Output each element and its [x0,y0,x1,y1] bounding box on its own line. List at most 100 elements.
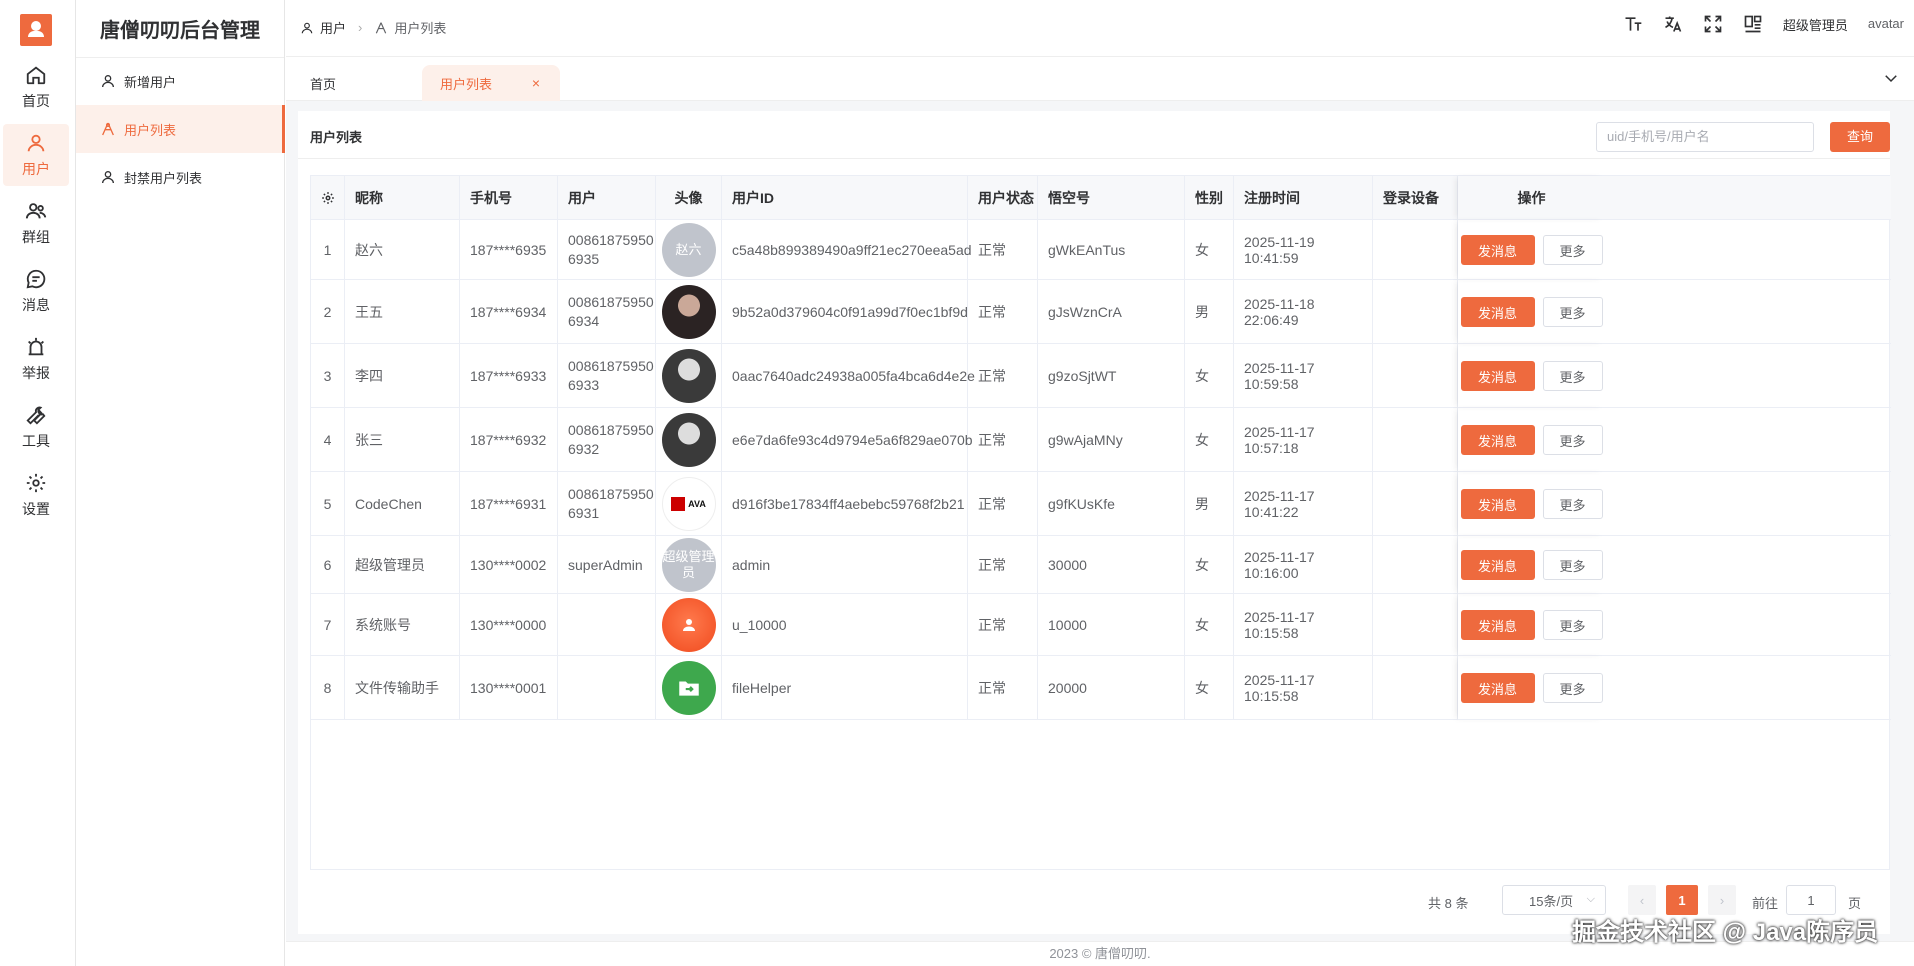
send-message-button[interactable]: 发消息 [1460,610,1535,640]
close-icon[interactable]: × [532,75,540,91]
more-button[interactable]: 更多 [1542,673,1603,703]
next-page-button[interactable]: › [1708,885,1736,915]
send-message-button[interactable]: 发消息 [1460,489,1535,519]
more-button[interactable]: 更多 [1542,361,1603,391]
query-button[interactable]: 查询 [1830,122,1890,152]
cell-avatar [656,656,722,720]
send-message-button[interactable]: 发消息 [1460,235,1535,265]
tab-label: 用户列表 [440,76,493,92]
cell-actions: 发消息 更多 [1458,472,1605,536]
cell-avatar: 赵六 [656,220,722,280]
page-size-select[interactable]: 15条/页 ⌵ [1502,885,1606,915]
cell-sex: 男 [1185,472,1234,536]
cell-user-line: 6932 [568,441,600,457]
table-row: 1 赵六 187****6935 00861875950 6935 赵六 c5a48b899… [311,220,1891,280]
rail-item-home[interactable]: 首页 [3,56,69,118]
more-button[interactable]: 更多 [1542,550,1603,580]
send-message-button[interactable]: 发消息 [1460,673,1535,703]
submenu-item-user-list[interactable]: 用户列表 [76,105,285,153]
cell-avatar [656,594,722,656]
cell-phone: 130****0002 [460,536,558,594]
prev-page-button[interactable]: ‹ [1628,885,1656,915]
cell-device [1373,536,1458,594]
rail-item-group[interactable]: 群组 [3,192,69,254]
submenu-label: 新增用户 [124,74,177,90]
cell-status: 正常 [968,594,1038,656]
avatar: AVA [661,477,716,531]
tab-user-list[interactable]: 用户列表 × [422,65,560,101]
cell-uid: e6e7da6fe93c4d9794e5a6f829ae070b [722,408,973,472]
more-button[interactable]: 更多 [1542,489,1603,519]
font-size-icon[interactable] [1623,14,1643,34]
page-suffix: 页 [1848,896,1862,911]
goto-page-input[interactable]: 1 [1786,885,1836,915]
layout-icon[interactable] [1743,14,1763,34]
chevron-down-icon[interactable] [1882,69,1900,87]
col-nickname: 昵称 [345,176,460,220]
cell-user: 00861875950 6932 [558,408,656,472]
send-message-button[interactable]: 发消息 [1460,361,1535,391]
top-header: 用户 › 用户列表 超级管理员 avatar [286,0,1914,57]
breadcrumb: 用户 › 用户列表 [300,18,446,37]
table-row: 2 王五 187****6934 00861875950 6934 9b52a0d3796… [311,280,1891,344]
cell-actions: 发消息 更多 [1458,656,1605,720]
admin-name[interactable]: 超级管理员 [1783,15,1848,34]
cell-status: 正常 [968,408,1038,472]
table-row: 5 CodeChen 187****6931 00861875950 6931 AVA d9… [311,472,1891,536]
user-icon [27,134,45,151]
chat-icon [26,269,46,288]
watermark: 掘金技术社区 @ Java陈序员 [1572,919,1879,946]
translate-icon[interactable] [1663,14,1683,34]
tab-home[interactable]: 首页 [310,65,430,101]
rail-label-user: 用户 [22,160,50,177]
cell-user-line: 6935 [568,251,600,267]
chevron-down-icon: ⌵ [1586,893,1595,905]
breadcrumb-item-user[interactable]: 用户 [320,18,346,37]
cell-avatar [656,344,722,408]
cell-uid: 0aac7640adc24938a005fa4bca6d4e2e [722,344,975,408]
avatar-text: 赵六 [675,242,702,257]
pagination-total: 共 8 条 [1428,896,1469,911]
more-button[interactable]: 更多 [1542,297,1603,327]
submenu-item-add-user[interactable]: 新增用户 [76,57,285,105]
fullscreen-icon[interactable] [1703,14,1723,34]
submenu-item-banned-list[interactable]: 封禁用户列表 [76,153,285,201]
send-message-button[interactable]: 发消息 [1460,550,1535,580]
more-button[interactable]: 更多 [1542,610,1603,640]
page-number-1[interactable]: 1 [1666,885,1698,915]
rail-item-user[interactable]: 用户 [3,124,69,186]
tabs-bar: 首页 用户列表 × [286,57,1914,101]
cell-nick: 超级管理员 [345,536,460,594]
rail-item-tools[interactable]: 工具 [3,396,69,458]
avatar-text: 超级管理员 [662,549,715,580]
avatar: 超级管理员 [661,538,716,592]
rail-item-settings[interactable]: 设置 [3,464,69,526]
avatar[interactable]: avatar [1868,17,1904,31]
card-title: 用户列表 [310,130,363,145]
cell-nick: 赵六 [345,220,460,280]
rail-item-report[interactable]: 举报 [3,328,69,390]
more-button[interactable]: 更多 [1542,235,1603,265]
rail-item-message[interactable]: 消息 [3,260,69,322]
cell-sex: 女 [1185,408,1234,472]
icon-rail: 首页 用户 群组 消息 举报 工具 设置 [0,0,76,966]
cell-time: 2025-11-17 10:15:58 [1234,656,1373,720]
cell-uid: d916f3be17834ff4aebebc59768f2b21 [722,472,968,536]
cell-nick: 张三 [345,408,460,472]
cell-device [1373,594,1458,656]
search-input[interactable]: uid/手机号/用户名 [1596,122,1814,152]
more-button[interactable]: 更多 [1542,425,1603,455]
cell-idx: 8 [311,656,345,720]
column-settings[interactable] [311,176,345,220]
cell-uid: admin [722,536,968,594]
cell-user [558,594,656,656]
group-icon [25,202,47,218]
cell-user-line: 6934 [568,313,600,329]
send-message-button[interactable]: 发消息 [1460,425,1535,455]
breadcrumb-item-user-list: 用户列表 [394,21,447,36]
send-message-button[interactable]: 发消息 [1460,297,1535,327]
cell-nick: 王五 [345,280,460,344]
cell-idx: 2 [311,280,345,344]
cell-status: 正常 [968,280,1038,344]
cell-nick: CodeChen [345,472,460,536]
